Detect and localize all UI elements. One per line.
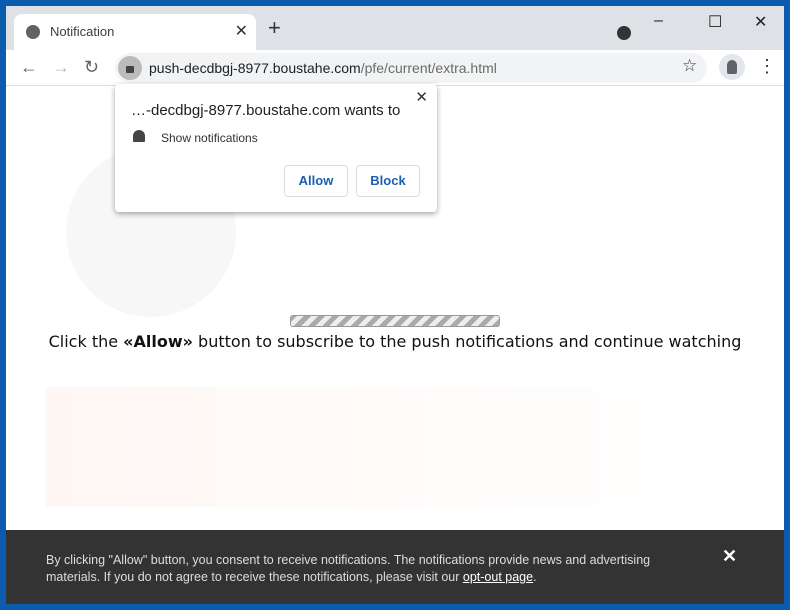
banner-close-icon[interactable]: ✕	[722, 546, 737, 567]
consent-text: By clicking "Allow" button, you consent …	[46, 553, 651, 584]
opt-out-link[interactable]: opt-out page	[463, 570, 533, 584]
address-bar[interactable]: push-decdbgj-8977.boustahe.com/pfe/curre…	[115, 53, 707, 83]
tab-title: Notification	[50, 24, 115, 39]
toolbar: ← → ↻ push-decdbgj-8977.boustahe.com/pfe…	[6, 50, 784, 86]
watermark-band	[46, 387, 746, 507]
profile-icon[interactable]	[719, 54, 745, 80]
popup-close-icon[interactable]: ✕	[415, 88, 428, 106]
allow-button[interactable]: Allow	[284, 165, 348, 197]
menu-icon[interactable]: ⋮	[758, 56, 776, 77]
close-window-button[interactable]: ✕	[754, 12, 767, 32]
progress-bar	[290, 315, 500, 327]
block-button[interactable]: Block	[356, 165, 420, 197]
back-icon[interactable]: ←	[20, 57, 38, 78]
url-path: /pfe/current/extra.html	[360, 60, 497, 76]
instruction-text: Click the «Allow» button to subscribe to…	[48, 332, 742, 351]
tab-bar: Notification ✕ + – ☐ ✕	[6, 6, 784, 50]
tab-notification[interactable]: Notification ✕	[14, 14, 256, 50]
new-tab-button[interactable]: +	[268, 17, 281, 39]
popup-origin: …-decdbgj-8977.boustahe.com wants to	[131, 102, 401, 119]
extension-icon[interactable]	[617, 26, 631, 40]
reload-icon[interactable]: ↻	[84, 57, 99, 78]
consent-banner: By clicking "Allow" button, you consent …	[6, 530, 784, 604]
browser-window: Notification ✕ + – ☐ ✕ ← → ↻ push-decdbg…	[6, 6, 784, 604]
minimize-button[interactable]: –	[654, 12, 663, 30]
notification-permission-popup: ✕ …-decdbgj-8977.boustahe.com wants to S…	[115, 84, 437, 212]
permission-label: Show notifications	[161, 131, 258, 145]
maximize-button[interactable]: ☐	[708, 12, 722, 32]
bell-icon	[133, 130, 145, 142]
url-host: push-decdbgj-8977.boustahe.com	[149, 60, 361, 76]
tab-close-icon[interactable]: ✕	[235, 21, 248, 41]
forward-icon[interactable]: →	[52, 57, 70, 78]
globe-icon	[26, 25, 40, 39]
bookmark-star-icon[interactable]: ☆	[682, 56, 697, 76]
lock-icon[interactable]	[118, 56, 142, 80]
